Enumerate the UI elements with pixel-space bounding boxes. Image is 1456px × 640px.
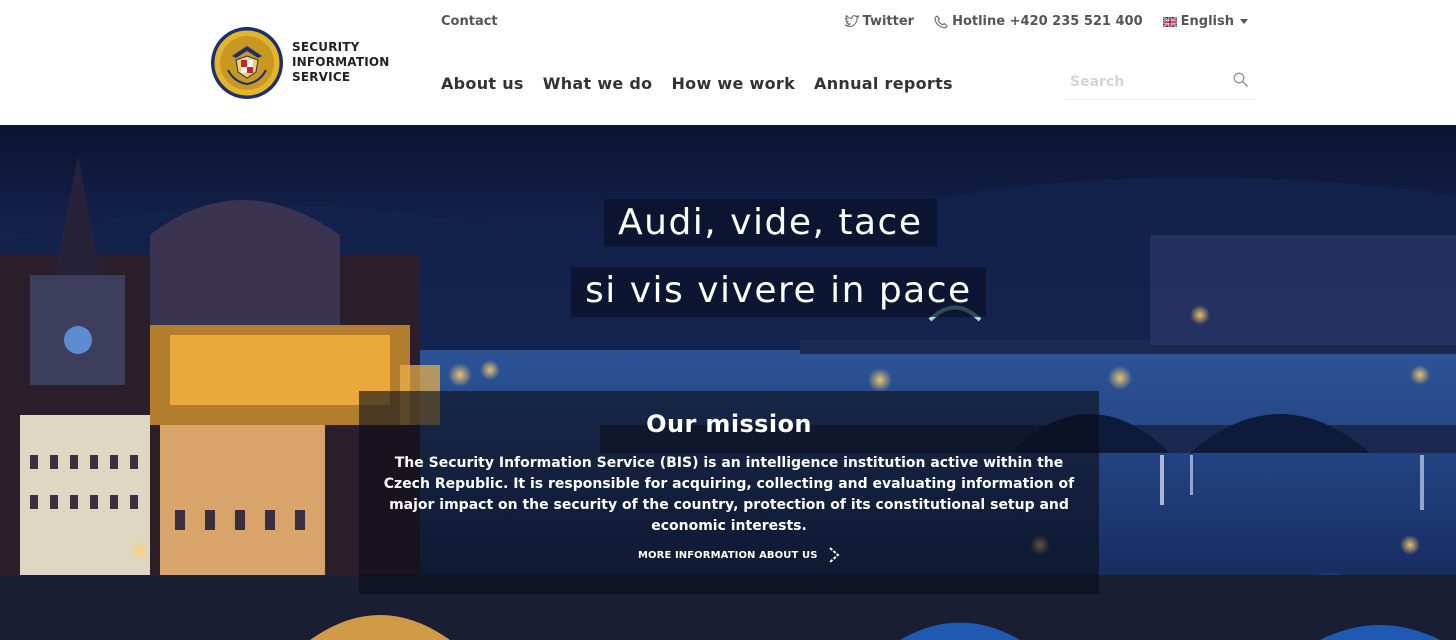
twitter-link[interactable]: Twitter: [844, 14, 915, 29]
phone-icon: [934, 14, 948, 28]
more-information-label: MORE INFORMATION ABOUT US: [638, 549, 818, 561]
hotline-label: Hotline +420 235 521 400: [952, 14, 1143, 29]
chevron-right-icon: [828, 547, 840, 563]
more-information-link[interactable]: MORE INFORMATION ABOUT US: [638, 547, 840, 563]
language-label: English: [1180, 14, 1234, 29]
bis-seal-icon: [211, 26, 283, 99]
nav-item-annual-reports[interactable]: Annual reports: [814, 74, 953, 93]
contact-link[interactable]: Contact: [441, 14, 498, 29]
nav-item-how-we-work[interactable]: How we work: [671, 74, 795, 93]
chevron-down-icon: [1240, 19, 1248, 24]
motto-line-2: si vis vivere in pace: [571, 267, 986, 317]
twitter-icon: [844, 15, 859, 27]
logo-wordmark: SECURITY INFORMATION SERVICE: [292, 40, 390, 85]
search-icon[interactable]: [1233, 72, 1248, 87]
search-box: [1066, 64, 1256, 100]
search-input[interactable]: [1070, 72, 1220, 92]
nav-item-what-we-do[interactable]: What we do: [543, 74, 653, 93]
logo-line: INFORMATION: [292, 55, 390, 69]
site-logo[interactable]: SECURITY INFORMATION SERVICE: [210, 25, 390, 100]
mission-panel: Our mission The Security Information Ser…: [359, 391, 1099, 594]
mission-title: Our mission: [646, 410, 812, 438]
site-header: SECURITY INFORMATION SERVICE Contact Twi…: [0, 0, 1456, 125]
main-navigation: About us What we do How we work Annual r…: [441, 74, 972, 93]
nav-item-about-us[interactable]: About us: [441, 74, 524, 93]
hotline-link[interactable]: Hotline +420 235 521 400: [934, 14, 1143, 29]
logo-line: SECURITY: [292, 40, 360, 54]
mission-text: The Security Information Service (BIS) i…: [383, 455, 1075, 534]
utility-links: Twitter Hotline +420 235 521 400 English: [824, 14, 1248, 29]
logo-line: SERVICE: [292, 70, 351, 84]
uk-flag-icon: [1162, 16, 1177, 27]
hero-section: Audi, vide, tace si vis vivere in pace O…: [0, 125, 1456, 640]
twitter-label: Twitter: [862, 14, 915, 29]
language-selector[interactable]: English: [1162, 14, 1248, 29]
motto-line-1: Audi, vide, tace: [604, 199, 937, 247]
